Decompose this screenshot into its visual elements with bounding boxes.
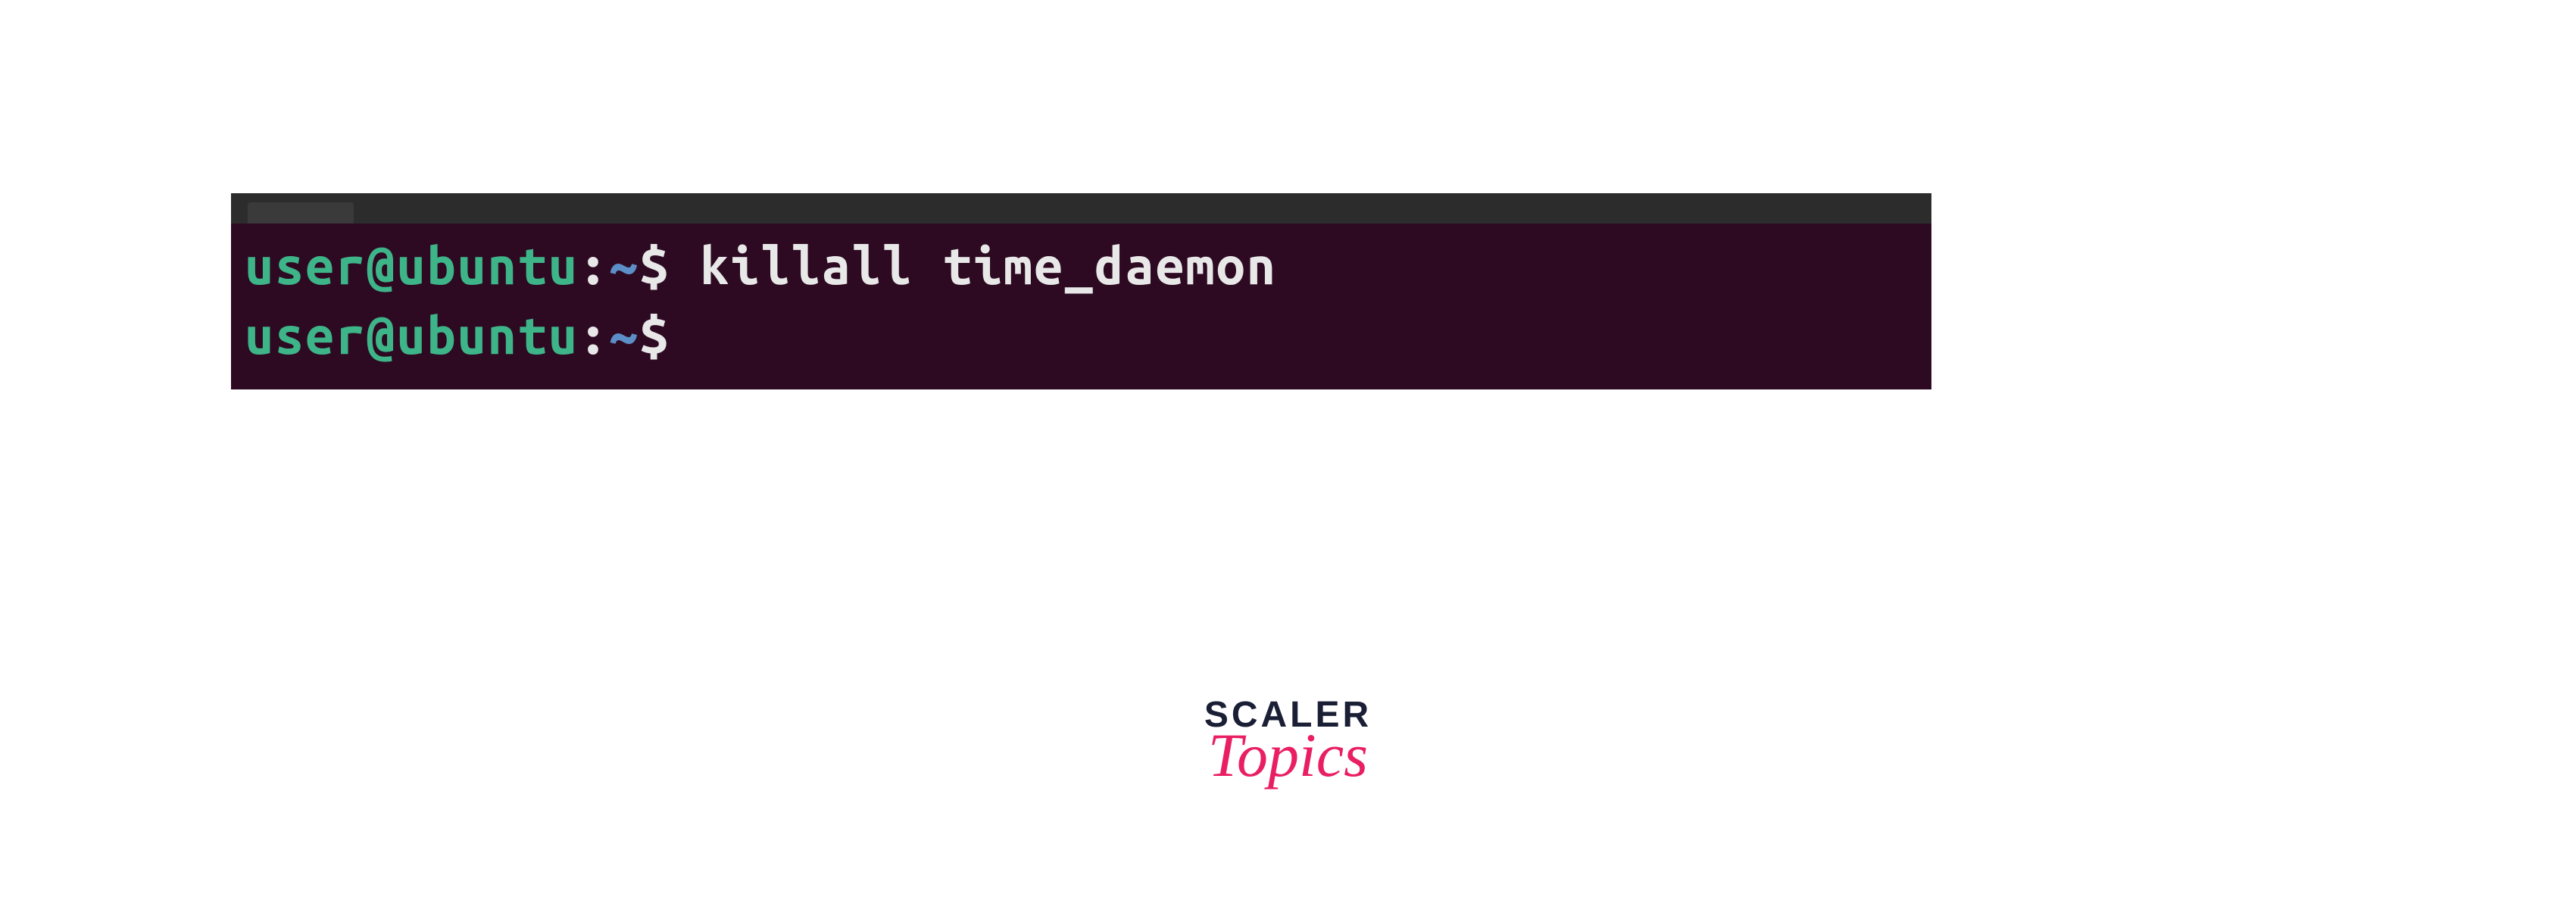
logo-text-topics: Topics (1204, 727, 1372, 783)
titlebar-tab (248, 202, 354, 224)
terminal-line-2: user@ubuntu:~$ (245, 301, 1918, 371)
prompt-user: user@ubuntu (245, 306, 579, 364)
prompt-path: ~ (609, 236, 639, 294)
terminal-titlebar (231, 193, 1931, 224)
command-text: killall time_daemon (700, 236, 1277, 294)
prompt-dollar: $ (639, 236, 700, 294)
scaler-topics-logo: SCALER Topics (1204, 697, 1372, 783)
prompt-path: ~ (609, 306, 639, 364)
prompt-colon: : (579, 236, 609, 294)
terminal-window: user@ubuntu:~$ killall time_daemon user@… (231, 193, 1931, 389)
prompt-colon: : (579, 306, 609, 364)
terminal-line-1: user@ubuntu:~$ killall time_daemon (245, 231, 1918, 301)
terminal-body[interactable]: user@ubuntu:~$ killall time_daemon user@… (231, 224, 1931, 389)
prompt-user: user@ubuntu (245, 236, 579, 294)
prompt-dollar: $ (639, 306, 700, 364)
